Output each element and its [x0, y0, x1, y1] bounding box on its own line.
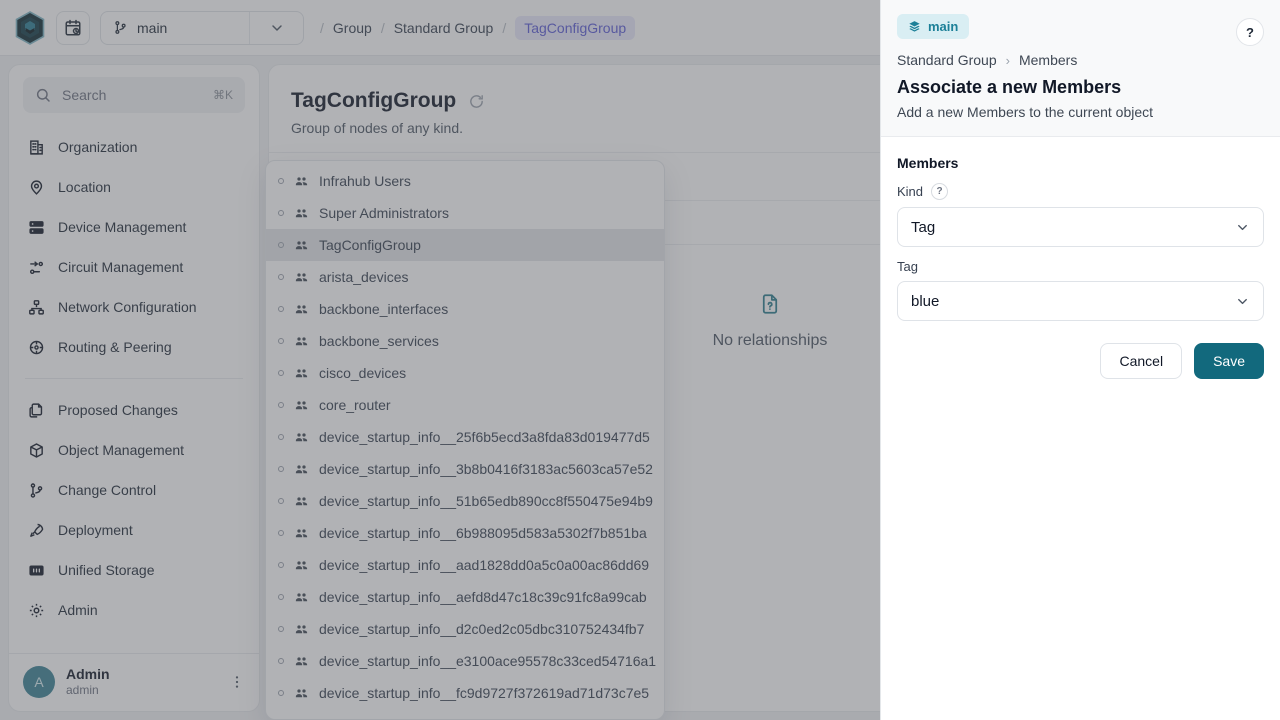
- drawer-title: Associate a new Members: [897, 77, 1264, 98]
- drawer-branch-pill[interactable]: main: [897, 14, 969, 39]
- question-mark-icon: ?: [1246, 25, 1254, 40]
- app-root: main / Group / Standard Group / TagConfi…: [0, 0, 1280, 720]
- tag-field: Tag blue: [897, 259, 1264, 321]
- tag-select[interactable]: blue: [897, 281, 1264, 321]
- tag-field-label-row: Tag: [897, 259, 1264, 274]
- drawer-header: main ? Standard Group › Members Associat…: [881, 0, 1280, 137]
- cancel-button[interactable]: Cancel: [1100, 343, 1182, 379]
- form-actions: Cancel Save: [897, 343, 1264, 379]
- drawer-form: Members Kind ? Tag Tag blue: [881, 137, 1280, 379]
- kind-field-label-row: Kind ?: [897, 183, 1264, 200]
- kind-select[interactable]: Tag: [897, 207, 1264, 247]
- drawer-breadcrumb-item-standard-group[interactable]: Standard Group: [897, 52, 997, 68]
- help-button[interactable]: ?: [1236, 18, 1264, 46]
- chevron-down-icon: [1235, 294, 1250, 309]
- kind-select-value: Tag: [911, 219, 935, 236]
- chevron-right-icon: ›: [1006, 53, 1010, 68]
- layers-icon: [908, 20, 921, 33]
- kind-help-icon[interactable]: ?: [931, 183, 948, 200]
- drawer-breadcrumb-item-members[interactable]: Members: [1019, 52, 1077, 68]
- associate-members-drawer: main ? Standard Group › Members Associat…: [880, 0, 1280, 720]
- drawer-branch-label: main: [928, 19, 958, 34]
- tag-select-value: blue: [911, 293, 939, 310]
- save-button[interactable]: Save: [1194, 343, 1264, 379]
- tag-field-label: Tag: [897, 259, 918, 274]
- chevron-down-icon: [1235, 220, 1250, 235]
- form-section-title: Members: [897, 155, 1264, 171]
- drawer-subtitle: Add a new Members to the current object: [897, 104, 1264, 120]
- kind-field-label: Kind: [897, 184, 923, 199]
- kind-field: Kind ? Tag: [897, 183, 1264, 247]
- drawer-breadcrumb: Standard Group › Members: [897, 52, 1264, 68]
